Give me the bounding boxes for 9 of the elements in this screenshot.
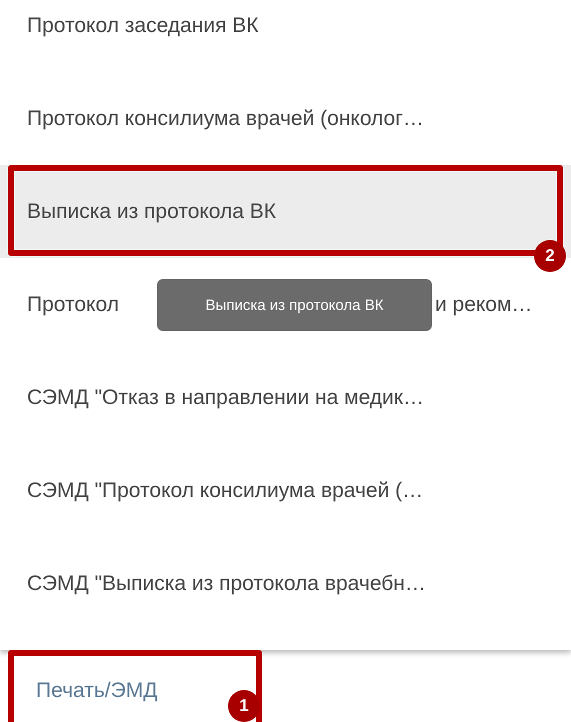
tooltip: Выписка из протокола ВК — [157, 279, 432, 331]
menu-item[interactable]: СЭМД "Выписка из протокола врачебн… — [0, 537, 571, 630]
menu-item[interactable]: Протокол заседания ВК — [0, 0, 571, 72]
step-badge: 1 — [228, 690, 260, 722]
menu-item-text: и реком… — [434, 292, 532, 316]
menu-item[interactable]: Протокол консилиума врачей (онколог… — [0, 72, 571, 165]
menu-item[interactable]: СЭМД "Протокол консилиума врачей (… — [0, 444, 571, 537]
menu-item-text: Протокол — [27, 292, 119, 316]
menu-item[interactable]: СЭМД "Отказ в направлении на медик… — [0, 351, 571, 444]
